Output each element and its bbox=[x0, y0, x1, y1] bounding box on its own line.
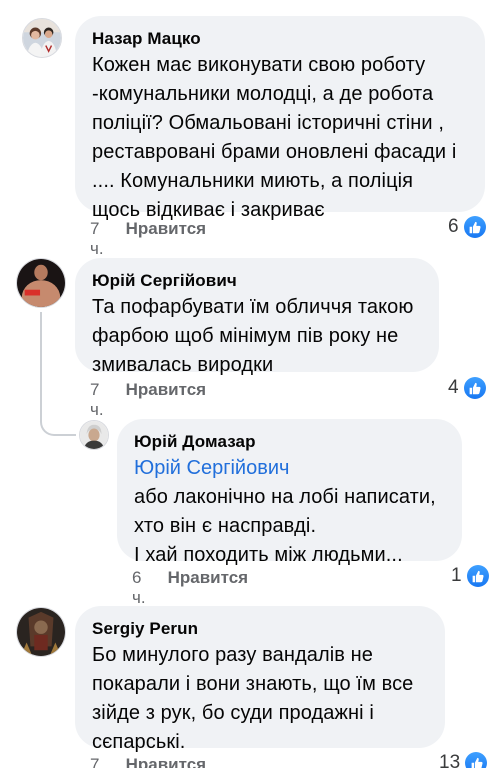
comment-author[interactable]: Юрій Домазар bbox=[134, 431, 444, 453]
comment-bubble: Назар Мацко Кожен має виконувати свою ро… bbox=[75, 16, 485, 221]
like-button[interactable]: Нравится bbox=[126, 380, 207, 420]
comment-author[interactable]: Юрій Сергійович bbox=[92, 270, 421, 292]
avatar-photo bbox=[17, 259, 65, 307]
avatar-photo bbox=[17, 608, 65, 656]
like-button[interactable]: Нравится bbox=[126, 219, 207, 259]
comment-author[interactable]: Sergiy Perun bbox=[92, 618, 427, 640]
comment-text: Бо минулого разу вандалів не покарали і … bbox=[92, 644, 414, 753]
reaction-count[interactable]: 6 bbox=[448, 216, 486, 238]
comment-meta: 7 ч. Нравится bbox=[90, 755, 206, 768]
like-icon bbox=[465, 752, 488, 768]
comment-meta: 6 ч. Нравится bbox=[132, 568, 248, 608]
comment-time[interactable]: 7 ч. bbox=[90, 755, 104, 768]
like-count: 4 bbox=[448, 377, 459, 398]
like-count: 1 bbox=[451, 565, 462, 586]
comment-text: або лаконічно на лобі написати, хто він … bbox=[134, 486, 436, 566]
avatar-photo bbox=[80, 421, 108, 449]
like-icon bbox=[466, 565, 489, 587]
avatar-yurii-domazar[interactable] bbox=[79, 420, 109, 450]
like-count: 13 bbox=[439, 752, 461, 768]
avatar-photo bbox=[23, 19, 61, 57]
reaction-count[interactable]: 1 bbox=[451, 565, 489, 587]
comment-time[interactable]: 6 ч. bbox=[132, 568, 146, 608]
comment-text: Кожен має виконувати свою роботу -комуна… bbox=[92, 54, 457, 221]
comment-bubble: Юрій Сергійович Та пофарбувати їм обличч… bbox=[75, 258, 439, 376]
comment-time[interactable]: 7 ч. bbox=[90, 219, 104, 259]
like-count: 6 bbox=[448, 216, 459, 237]
avatar-sergiy-perun[interactable] bbox=[16, 607, 66, 657]
like-icon bbox=[463, 377, 486, 399]
reaction-count[interactable]: 4 bbox=[448, 377, 486, 399]
reaction-count[interactable]: 13 bbox=[439, 752, 488, 768]
comment-bubble: Sergiy Perun Бо минулого разу вандалів н… bbox=[75, 606, 445, 753]
avatar-yurii-serhiiovych[interactable] bbox=[16, 258, 66, 308]
comment-meta: 7 ч. Нравится bbox=[90, 380, 206, 420]
comment-meta: 7 ч. Нравится bbox=[90, 219, 206, 259]
like-button[interactable]: Нравится bbox=[168, 568, 249, 608]
comment-text: Та пофарбувати їм обличчя такою фарбою щ… bbox=[92, 296, 414, 376]
like-icon bbox=[463, 216, 486, 238]
avatar-nazar[interactable] bbox=[22, 18, 62, 58]
reply-thread-line bbox=[40, 312, 76, 436]
mention-link[interactable]: Юрій Сергійович bbox=[134, 454, 444, 483]
comment-time[interactable]: 7 ч. bbox=[90, 380, 104, 420]
like-button[interactable]: Нравится bbox=[126, 755, 207, 768]
comment-author[interactable]: Назар Мацко bbox=[92, 28, 467, 50]
comment-bubble: Юрій Домазар Юрій Сергійович або лаконіч… bbox=[117, 419, 462, 566]
